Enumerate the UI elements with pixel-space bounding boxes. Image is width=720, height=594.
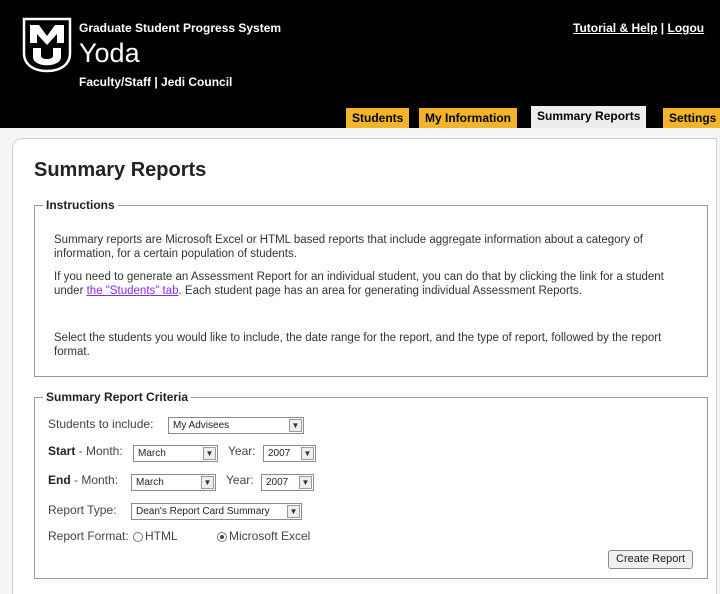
dropdown-arrow-icon: ▼ xyxy=(287,505,300,518)
dropdown-arrow-icon: ▼ xyxy=(289,419,302,432)
tutorial-help-link[interactable]: Tutorial & Help xyxy=(573,21,657,35)
format-excel-radio[interactable] xyxy=(217,532,227,542)
page-title: Summary Reports xyxy=(34,159,207,181)
system-title: Graduate Student Progress System xyxy=(79,21,282,35)
students-label: Students to include: xyxy=(48,417,154,431)
tab-settings[interactable]: Settings xyxy=(662,107,720,128)
top-links: Tutorial & Help | Logou xyxy=(573,21,704,35)
instructions-section: Instructions Summary reports are Microso… xyxy=(34,198,708,377)
end-month-select[interactable]: March ▼ xyxy=(131,474,216,491)
criteria-section: Summary Report Criteria Students to incl… xyxy=(34,390,708,579)
criteria-legend: Summary Report Criteria xyxy=(43,390,192,404)
end-year-select[interactable]: 2007 ▼ xyxy=(261,474,314,491)
start-month-label: Start - Month: xyxy=(48,444,123,458)
end-year-label: Year: xyxy=(226,473,254,487)
dropdown-arrow-icon: ▼ xyxy=(299,476,312,489)
start-year-label: Year: xyxy=(228,444,256,458)
format-excel-label[interactable]: Microsoft Excel xyxy=(229,529,310,543)
main-content: Summary Reports Instructions Summary rep… xyxy=(12,138,717,594)
header-bar: Graduate Student Progress System Yoda Fa… xyxy=(0,0,720,128)
students-select[interactable]: My Advisees ▼ xyxy=(168,417,304,434)
instructions-paragraph-2: If you need to generate an Assessment Re… xyxy=(54,271,664,297)
format-html-label[interactable]: HTML xyxy=(145,529,178,543)
end-month-label: End - Month: xyxy=(48,473,119,487)
format-html-radio[interactable] xyxy=(133,532,143,542)
dropdown-arrow-icon: ▼ xyxy=(201,476,214,489)
dropdown-arrow-icon: ▼ xyxy=(301,447,314,460)
instructions-paragraph-1: Summary reports are Microsoft Excel or H… xyxy=(54,234,643,260)
start-month-select[interactable]: March ▼ xyxy=(133,445,218,462)
tab-summary-reports[interactable]: Summary Reports xyxy=(530,105,648,128)
user-name: Yoda xyxy=(79,38,140,68)
students-tab-link[interactable]: the "Students" tab xyxy=(87,285,179,297)
instructions-paragraph-3: Select the students you would like to in… xyxy=(54,332,662,358)
report-format-label: Report Format: xyxy=(48,529,129,543)
link-separator: | xyxy=(657,21,668,35)
tab-students[interactable]: Students xyxy=(345,107,411,128)
university-logo-icon xyxy=(22,17,72,73)
tab-my-information[interactable]: My Information xyxy=(418,107,518,128)
report-type-select[interactable]: Dean's Report Card Summary ▼ xyxy=(131,503,302,520)
start-year-select[interactable]: 2007 ▼ xyxy=(263,445,316,462)
instructions-legend: Instructions xyxy=(43,198,118,212)
create-report-button[interactable]: Create Report xyxy=(608,550,694,569)
report-type-label: Report Type: xyxy=(48,503,117,517)
logout-link[interactable]: Logou xyxy=(667,21,704,35)
user-roles: Faculty/Staff | Jedi Council xyxy=(79,75,233,89)
dropdown-arrow-icon: ▼ xyxy=(203,447,216,460)
